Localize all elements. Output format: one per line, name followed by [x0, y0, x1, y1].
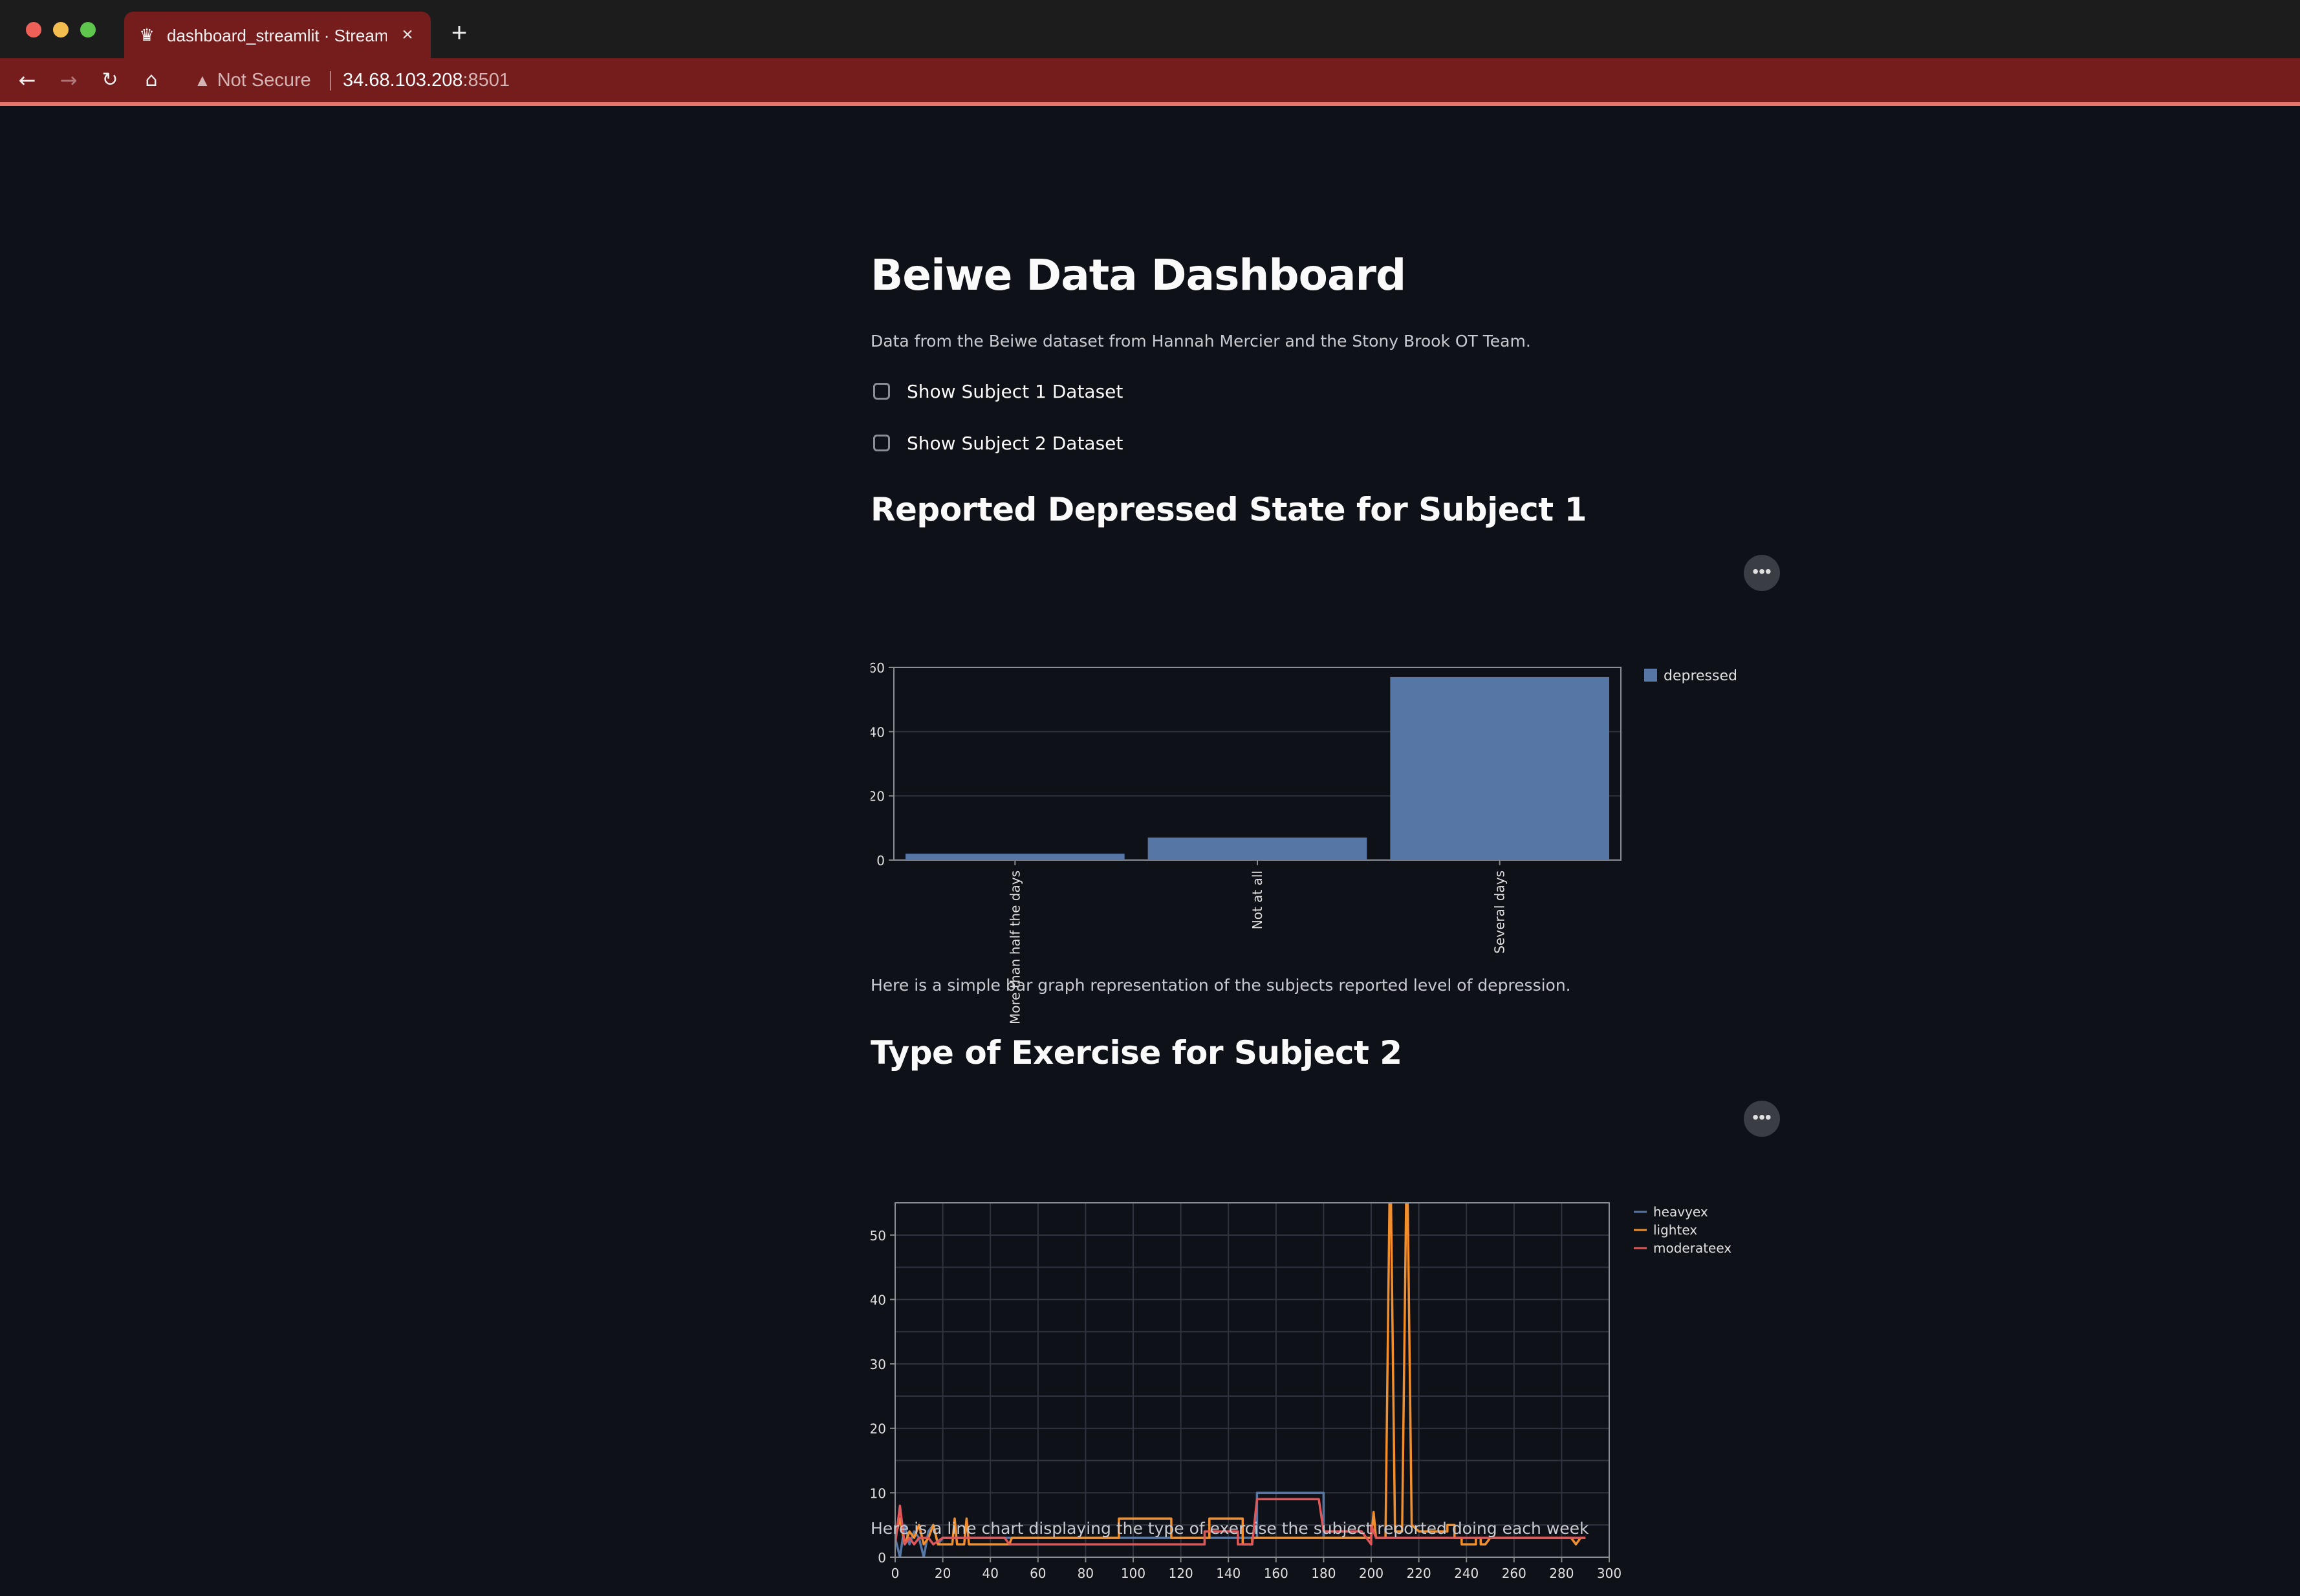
browser-toolbar: ← → ↻ ⌂ ▲ Not Secure 34.68.103.208:8501 [0, 58, 2300, 102]
page-subtitle: Data from the Beiwe dataset from Hannah … [871, 332, 1531, 350]
page-title: Beiwe Data Dashboard [871, 250, 1406, 300]
x-tick-label: 280 [1549, 1566, 1574, 1581]
url-host: 34.68.103.208 [343, 70, 463, 91]
browser-tab-bar: ♛ dashboard_streamlit · Streamlit × + [0, 0, 2300, 58]
line-chart-caption: Here is a line chart displaying the type… [871, 1519, 1589, 1538]
security-label: Not Secure [217, 70, 311, 91]
legend-label: heavyex [1653, 1204, 1708, 1220]
home-icon[interactable]: ⌂ [138, 67, 164, 93]
checkbox-label: Show Subject 2 Dataset [907, 432, 1123, 454]
x-tick-label: 20 [935, 1566, 951, 1581]
checkbox-subject-2[interactable]: Show Subject 2 Dataset [871, 427, 1123, 459]
bar [1390, 676, 1609, 860]
section-heading-exercise: Type of Exercise for Subject 2 [871, 1034, 1402, 1072]
new-tab-icon[interactable]: + [446, 19, 472, 46]
legend-label: depressed [1664, 668, 1737, 684]
close-window-button[interactable] [26, 22, 41, 38]
chart-menu-button[interactable]: ••• [1744, 1101, 1780, 1137]
x-tick-label: 120 [1169, 1566, 1193, 1581]
y-tick-label: 10 [871, 1485, 886, 1501]
y-tick-label: 40 [871, 724, 885, 740]
chart-menu-button[interactable]: ••• [1744, 555, 1780, 591]
legend-swatch [1644, 669, 1657, 682]
loading-bar [0, 102, 2300, 106]
checkbox-box[interactable] [873, 435, 890, 451]
y-tick-label: 60 [871, 660, 885, 676]
x-tick-label: 160 [1264, 1566, 1288, 1581]
bar-chart: 0 20 40 60 More than half the days Not at all… [869, 660, 1737, 1024]
tab-close-icon[interactable]: × [396, 23, 419, 47]
checkbox-label: Show Subject 1 Dataset [907, 380, 1123, 402]
bar-chart-caption: Here is a simple bar graph representatio… [871, 976, 1571, 995]
x-tick-label: 140 [1216, 1566, 1241, 1581]
checkbox-box[interactable] [873, 383, 890, 400]
x-tick-label: 60 [1030, 1566, 1046, 1581]
plot-frame [895, 1202, 1610, 1558]
browser-tab-active[interactable]: ♛ dashboard_streamlit · Streamlit × [124, 12, 431, 58]
x-tick-label: 220 [1407, 1566, 1431, 1581]
forward-arrow-icon[interactable]: → [56, 67, 81, 93]
security-indicator[interactable]: ▲ Not Secure [194, 67, 311, 93]
y-tick-label: 40 [871, 1292, 886, 1308]
series-line-lightex [895, 1203, 1586, 1546]
y-tick-label: 50 [871, 1228, 886, 1244]
maximize-window-button[interactable] [80, 22, 96, 38]
y-tick-label: 30 [871, 1357, 886, 1372]
y-tick-label: 0 [876, 853, 885, 868]
url-port: :8501 [462, 70, 510, 91]
x-tick-label: 100 [1121, 1566, 1145, 1581]
warning-triangle-icon: ▲ [194, 70, 211, 90]
bar [906, 854, 1125, 860]
minimize-window-button[interactable] [53, 22, 69, 38]
streamlit-favicon-icon: ♛ [139, 26, 155, 45]
section-heading-depressed: Reported Depressed State for Subject 1 [871, 491, 1587, 528]
address-separator [330, 71, 331, 91]
x-tick-label: 180 [1311, 1566, 1336, 1581]
bar-chart-container: 0 20 40 60 More than half the days Not at all… [869, 546, 1789, 1037]
x-tick-label: 240 [1454, 1566, 1479, 1581]
x-tick-label: 40 [982, 1566, 998, 1581]
x-tick-label: Not at all [1250, 870, 1265, 929]
back-arrow-icon[interactable]: ← [14, 67, 40, 93]
legend-label: moderateex [1653, 1240, 1731, 1256]
x-tick-label: 300 [1597, 1566, 1622, 1581]
x-tick-label: 260 [1502, 1566, 1526, 1581]
reload-icon[interactable]: ↻ [97, 67, 123, 93]
bar [1147, 837, 1367, 860]
tab-title: dashboard_streamlit · Streamlit [167, 26, 387, 45]
y-tick-label: 20 [871, 789, 885, 804]
x-tick-label: 0 [891, 1566, 900, 1581]
checkbox-subject-1[interactable]: Show Subject 1 Dataset [871, 375, 1123, 407]
y-tick-label: 20 [871, 1421, 886, 1437]
y-tick-label: 0 [878, 1550, 886, 1566]
x-tick-label: 80 [1078, 1566, 1094, 1581]
x-tick-label: Several days [1492, 870, 1508, 954]
x-tick-label: 200 [1359, 1566, 1383, 1581]
legend-label: lightex [1653, 1222, 1697, 1238]
x-tick-label: More than half the days [1007, 870, 1023, 1024]
address-bar[interactable]: 34.68.103.208:8501 [343, 67, 510, 93]
